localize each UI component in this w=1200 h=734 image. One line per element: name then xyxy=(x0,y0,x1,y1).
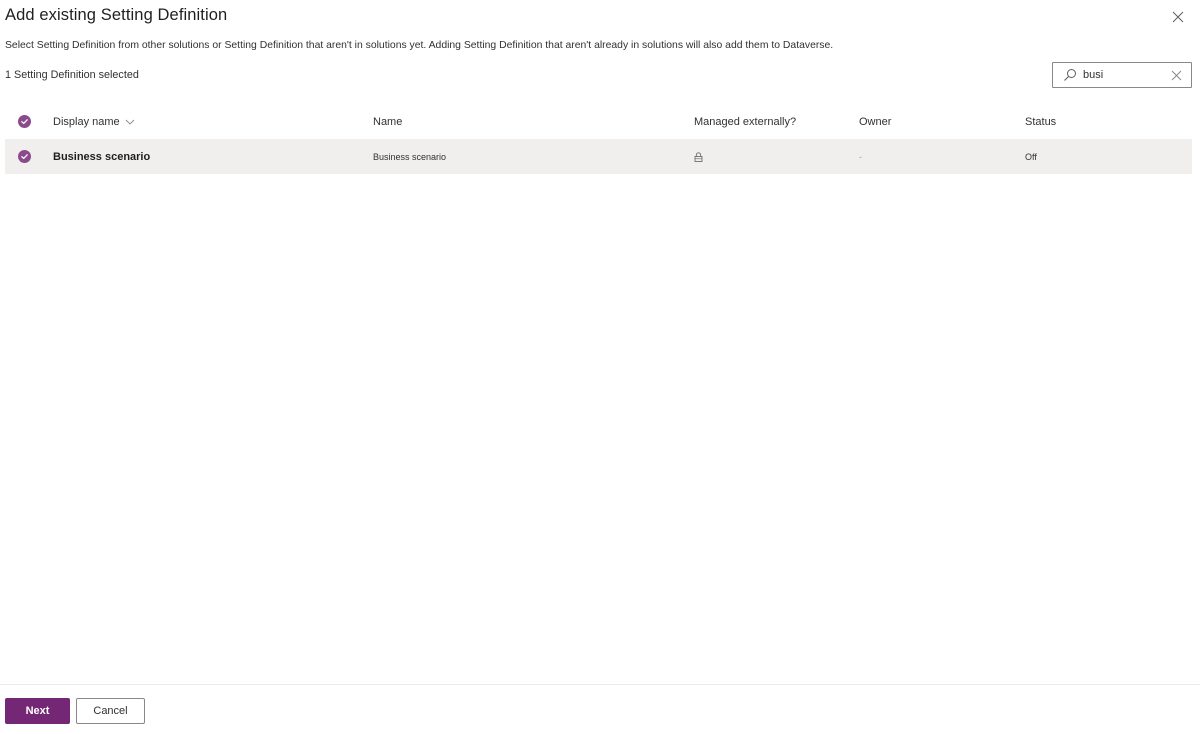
column-header-label: Name xyxy=(373,115,403,128)
grid-header: Display name Name Managed externally? Ow… xyxy=(5,104,1192,139)
search-icon xyxy=(1064,69,1076,81)
row-checkbox[interactable] xyxy=(18,139,32,174)
display-name-text: Business scenario xyxy=(53,150,151,163)
chevron-down-icon xyxy=(125,119,134,125)
dialog-title: Add existing Setting Definition xyxy=(5,6,228,24)
column-header-name[interactable]: Name xyxy=(373,104,402,139)
cell-status: Off xyxy=(1025,139,1037,174)
add-existing-dialog: Add existing Setting Definition Select S… xyxy=(0,0,1200,734)
search-box[interactable] xyxy=(1052,62,1192,88)
status-text: Off xyxy=(1025,151,1037,162)
column-header-status[interactable]: Status xyxy=(1025,104,1056,139)
select-all-checkbox[interactable] xyxy=(18,104,32,139)
lock-icon xyxy=(694,151,703,162)
checkmark-circle-icon xyxy=(18,150,31,163)
column-header-label: Display name xyxy=(53,115,120,128)
search-input[interactable] xyxy=(1083,65,1163,85)
clear-icon xyxy=(1171,70,1182,81)
next-button[interactable]: Next xyxy=(5,698,70,724)
close-button[interactable] xyxy=(1170,9,1186,25)
cell-owner: - xyxy=(859,139,862,174)
cell-managed-externally xyxy=(694,139,703,174)
name-text: Business scenario xyxy=(373,151,447,162)
checkmark-circle-icon xyxy=(18,115,31,128)
cell-display-name: Business scenario xyxy=(53,139,150,174)
cancel-button[interactable]: Cancel xyxy=(76,698,145,724)
close-icon xyxy=(1172,11,1184,23)
column-header-label: Owner xyxy=(859,115,892,128)
setting-definitions-grid: Display name Name Managed externally? Ow… xyxy=(5,104,1192,174)
selection-count: 1 Setting Definition selected xyxy=(5,69,139,81)
column-header-display-name[interactable]: Display name xyxy=(53,104,135,139)
table-row[interactable]: Business scenario Business scenario - Of… xyxy=(5,139,1192,174)
owner-text: - xyxy=(859,151,862,162)
column-header-label: Managed externally? xyxy=(694,115,797,128)
cell-name: Business scenario xyxy=(373,139,446,174)
footer-divider xyxy=(0,684,1200,685)
column-header-owner[interactable]: Owner xyxy=(859,104,891,139)
dialog-description: Select Setting Definition from other sol… xyxy=(5,40,834,51)
clear-search-button[interactable] xyxy=(1171,70,1182,81)
column-header-label: Status xyxy=(1025,115,1057,128)
column-header-managed-externally[interactable]: Managed externally? xyxy=(694,104,796,139)
